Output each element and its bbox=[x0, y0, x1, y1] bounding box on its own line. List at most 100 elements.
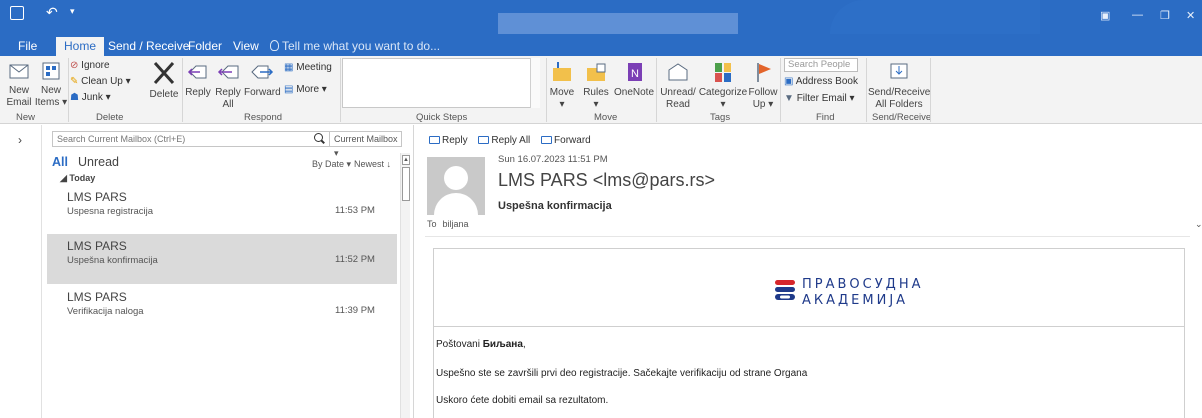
email-banner: ПРАВОСУДНА АКАДЕМИЈА bbox=[434, 249, 1184, 327]
email-body: ПРАВОСУДНА АКАДЕМИЈА Poštovani Биљана, U… bbox=[433, 248, 1185, 418]
expand-header-icon[interactable]: ⌄ bbox=[1195, 219, 1202, 230]
sort-by-date-dropdown[interactable]: By Date ▾ bbox=[312, 159, 351, 170]
scroll-up-icon[interactable]: ▲ bbox=[402, 155, 410, 165]
address-book-label: Address Book bbox=[795, 76, 858, 87]
onenote-label: OneNote bbox=[614, 87, 655, 98]
message-sender[interactable]: LMS PARS <lms@pars.rs> bbox=[498, 170, 715, 191]
rules-button[interactable]: Rules ▾ bbox=[582, 60, 610, 111]
address-book-button[interactable]: ▣ Address Book bbox=[784, 76, 858, 88]
ignore-button[interactable]: ⊘ Ignore bbox=[70, 60, 110, 72]
filter-email-label: Filter Email ▾ bbox=[796, 93, 855, 104]
quick-steps-gallery[interactable] bbox=[342, 58, 540, 108]
unread-read-label: Unread/ Read bbox=[660, 87, 696, 110]
group-header-today[interactable]: ◢ Today bbox=[60, 173, 95, 184]
separator bbox=[780, 58, 781, 122]
ribbon-tabs: File Home Send / Receive Folder View Tel… bbox=[0, 34, 1202, 56]
logo-text-line1: ПРАВОСУДНА bbox=[802, 277, 924, 292]
onenote-button[interactable]: N OneNote bbox=[614, 60, 654, 99]
meeting-label: Meeting bbox=[296, 62, 332, 73]
new-items-label: New Items ▾ bbox=[34, 85, 68, 108]
tab-file[interactable]: File bbox=[0, 37, 55, 56]
tab-view[interactable]: View bbox=[225, 37, 267, 56]
unread-read-button[interactable]: Unread/ Read bbox=[658, 60, 698, 111]
sort-order-toggle[interactable]: Newest ↓ bbox=[354, 159, 391, 169]
new-email-icon bbox=[9, 64, 29, 79]
categorize-button[interactable]: Categorize ▾ bbox=[698, 60, 748, 111]
person-icon bbox=[444, 166, 468, 190]
ribbon-display-options-icon[interactable]: ▣ bbox=[1100, 9, 1110, 22]
filter-unread-tab[interactable]: Unread bbox=[78, 155, 119, 169]
scroll-thumb[interactable] bbox=[402, 167, 410, 201]
new-email-button[interactable]: New Email bbox=[2, 60, 36, 109]
more-label: More ▾ bbox=[296, 84, 327, 95]
greeting-prefix: Poštovani bbox=[436, 339, 483, 350]
tab-folder[interactable]: Folder bbox=[180, 37, 230, 56]
forward-icon bbox=[541, 136, 553, 144]
clean-up-button[interactable]: ✎ Clean Up ▾ bbox=[70, 76, 131, 88]
reply-button[interactable]: Reply bbox=[184, 60, 212, 99]
reply-all-label: Reply All bbox=[215, 87, 241, 110]
reply-all-icon bbox=[217, 65, 239, 79]
move-button[interactable]: Move ▾ bbox=[548, 60, 576, 111]
list-item[interactable]: LMS PARS Uspesna registracija 11:53 PM bbox=[47, 185, 397, 235]
group-label-send-receive: Send/Receive bbox=[872, 112, 932, 123]
to-recipient[interactable]: biljana bbox=[443, 219, 469, 229]
search-scope-dropdown[interactable]: Current Mailbox ▾ bbox=[330, 131, 402, 158]
send-receive-all-button[interactable]: Send/Receive All Folders bbox=[868, 60, 930, 111]
expand-folder-pane-icon[interactable]: › bbox=[18, 133, 22, 147]
delete-button[interactable]: Delete bbox=[144, 60, 184, 101]
group-label-find: Find bbox=[816, 112, 835, 123]
quick-steps-scroll[interactable] bbox=[530, 58, 540, 108]
to-label: To bbox=[427, 219, 437, 229]
junk-button[interactable]: ☗ Junk ▾ bbox=[70, 92, 111, 104]
delete-icon bbox=[153, 61, 175, 85]
address-book-icon: ▣ bbox=[784, 76, 794, 87]
forward-action[interactable]: Forward bbox=[541, 135, 591, 146]
list-item[interactable]: LMS PARS Verifikacija naloga 11:39 PM bbox=[47, 285, 397, 335]
follow-up-button[interactable]: Follow Up ▾ bbox=[748, 60, 778, 111]
message-recipients: To biljana bbox=[427, 219, 469, 229]
reply-action[interactable]: Reply bbox=[429, 135, 468, 146]
new-items-button[interactable]: New Items ▾ bbox=[34, 60, 68, 109]
send-receive-icon bbox=[890, 63, 908, 79]
move-icon bbox=[553, 62, 571, 81]
ignore-label: Ignore bbox=[81, 60, 110, 71]
group-label-move: Move bbox=[594, 112, 618, 123]
tell-me-box[interactable]: Tell me what you want to do... bbox=[262, 37, 448, 56]
reply-all-action[interactable]: Reply All bbox=[478, 135, 530, 146]
search-people-input[interactable]: Search People bbox=[784, 58, 858, 72]
filter-icon: ▼ bbox=[784, 93, 794, 104]
search-icon[interactable] bbox=[314, 133, 323, 142]
separator bbox=[866, 58, 867, 122]
tab-home[interactable]: Home bbox=[56, 37, 105, 56]
item-sender: LMS PARS bbox=[67, 290, 127, 304]
categorize-label: Categorize ▾ bbox=[698, 87, 748, 110]
list-item-selected[interactable]: LMS PARS Uspešna konfirmacija 11:52 PM bbox=[47, 234, 397, 284]
new-items-icon bbox=[42, 62, 60, 80]
follow-up-label: Follow Up ▾ bbox=[748, 87, 778, 110]
quick-access-dropdown-icon[interactable]: ▾ bbox=[70, 6, 75, 17]
group-label-quick-steps: Quick Steps bbox=[416, 112, 468, 123]
forward-button[interactable]: Forward bbox=[244, 60, 281, 99]
forward-icon bbox=[251, 65, 274, 79]
minimize-icon[interactable]: — bbox=[1132, 9, 1143, 21]
undo-icon[interactable]: ↶ bbox=[46, 4, 58, 21]
email-line-2: Uskoro ćete dobiti email sa rezultatom. bbox=[436, 395, 609, 406]
meeting-button[interactable]: ▦ Meeting bbox=[284, 62, 332, 74]
message-list-scrollbar[interactable]: ▲ bbox=[400, 153, 410, 418]
reply-all-button[interactable]: Reply All bbox=[214, 60, 242, 111]
meeting-icon: ▦ bbox=[284, 62, 294, 73]
search-mailbox-input[interactable]: Search Current Mailbox (Ctrl+E) bbox=[52, 131, 330, 147]
title-search-box[interactable] bbox=[498, 13, 738, 35]
outlook-app-icon[interactable] bbox=[10, 6, 24, 20]
reply-label: Reply bbox=[185, 87, 211, 98]
filter-all-tab[interactable]: All bbox=[52, 155, 68, 169]
item-time: 11:39 PM bbox=[335, 305, 375, 316]
group-label-delete: Delete bbox=[96, 112, 124, 123]
maximize-icon[interactable]: ❐ bbox=[1160, 9, 1170, 22]
categorize-icon bbox=[715, 63, 731, 82]
more-respond-button[interactable]: ▤ More ▾ bbox=[284, 84, 327, 96]
forward-label: Forward bbox=[244, 87, 281, 98]
close-icon[interactable]: ✕ bbox=[1186, 9, 1195, 22]
filter-email-button[interactable]: ▼ Filter Email ▾ bbox=[784, 93, 855, 105]
